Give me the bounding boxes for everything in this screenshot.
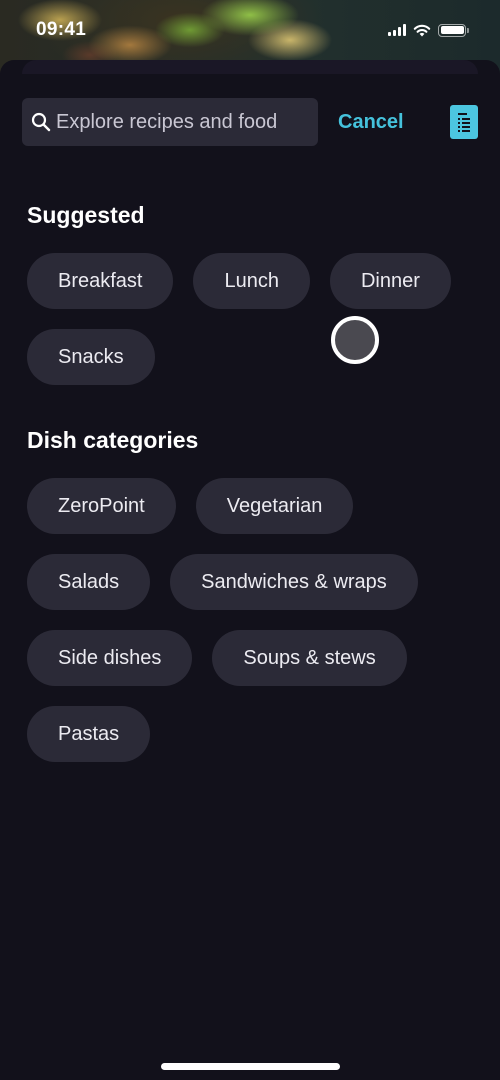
touch-indicator [331, 316, 379, 364]
status-icons [388, 23, 469, 37]
search-row: Cancel [22, 98, 478, 146]
chip-side-dishes[interactable]: Side dishes [27, 630, 193, 686]
cancel-button[interactable]: Cancel [338, 111, 404, 134]
search-input[interactable] [56, 110, 306, 134]
list-button[interactable] [450, 105, 478, 139]
dish-categories-heading: Dish categories [27, 427, 199, 453]
chip-snacks[interactable]: Snacks [27, 329, 155, 385]
search-box[interactable] [22, 98, 318, 146]
chip-dinner[interactable]: Dinner [329, 253, 451, 309]
chip-lunch[interactable]: Lunch [193, 253, 310, 309]
cellular-signal-icon [388, 24, 406, 36]
status-bar: 09:41 [0, 0, 500, 60]
chip-salads[interactable]: Salads [27, 554, 151, 610]
list-document-icon [458, 113, 470, 132]
status-time: 09:41 [36, 19, 87, 40]
sheet-stack-edge [22, 60, 478, 74]
chip-breakfast[interactable]: Breakfast [27, 253, 174, 309]
search-icon [31, 112, 51, 132]
chip-soups-stews[interactable]: Soups & stews [212, 630, 407, 686]
chip-pastas[interactable]: Pastas [27, 706, 151, 762]
battery-icon [438, 23, 469, 37]
suggested-heading: Suggested [27, 202, 145, 228]
wifi-icon [413, 24, 431, 36]
chip-vegetarian[interactable]: Vegetarian [195, 478, 354, 534]
home-indicator[interactable] [161, 1063, 340, 1070]
chip-sandwiches-wraps[interactable]: Sandwiches & wraps [170, 554, 418, 610]
dish-category-chips: ZeroPoint Vegetarian Salads Sandwiches &… [27, 478, 477, 762]
chip-zeropoint[interactable]: ZeroPoint [27, 478, 176, 534]
suggested-chips: Breakfast Lunch Dinner Snacks [27, 253, 477, 385]
